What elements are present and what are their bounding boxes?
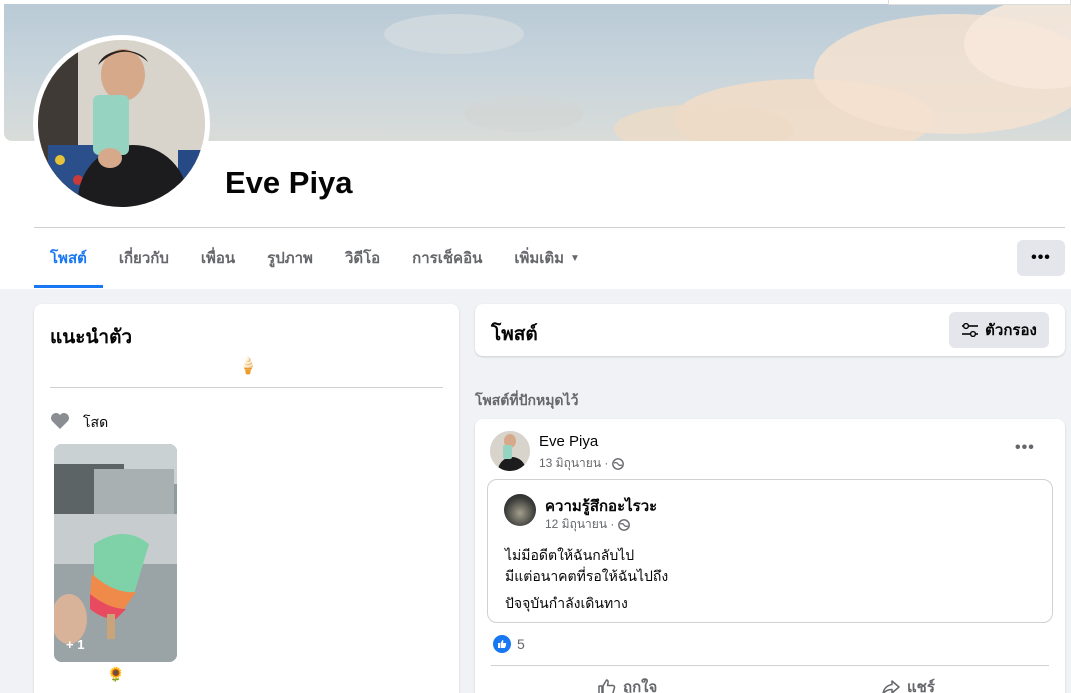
cover-top-edge xyxy=(888,0,1071,5)
bio-emoji: 🍦 xyxy=(238,358,258,375)
thumbs-up-outline-icon xyxy=(598,679,616,693)
like-label: ถูกใจ xyxy=(623,679,658,693)
tab-friends[interactable]: เพื่อน xyxy=(185,228,251,288)
filter-sliders-icon xyxy=(962,323,979,337)
pinned-posts-label: โพสต์ที่ปักหมุดไว้ xyxy=(475,392,579,408)
shared-text-line: มีแต่อนาคตที่รอให้ฉันไปถึง xyxy=(505,568,669,584)
shared-page-avatar[interactable] xyxy=(504,494,536,526)
post-author-avatar[interactable] xyxy=(490,431,530,471)
shared-text-line: ไม่มีอดีตให้ฉันกลับไป xyxy=(505,547,635,563)
post-menu-button[interactable]: ••• xyxy=(1015,439,1035,457)
relationship-status: โสด xyxy=(83,414,109,430)
share-button[interactable]: แชร์ xyxy=(881,675,935,693)
filter-label: ตัวกรอง xyxy=(985,322,1037,339)
reactions-summary[interactable]: 5 xyxy=(493,635,525,653)
featured-emoji: 🌻 xyxy=(107,666,125,682)
thumbs-up-icon xyxy=(498,640,507,648)
tab-posts[interactable]: โพสต์ xyxy=(34,228,103,288)
tab-friends-label: เพื่อน xyxy=(200,250,236,267)
tab-more-label: เพิ่มเติม xyxy=(514,250,565,267)
caret-down-icon: ▼ xyxy=(570,252,580,264)
tab-about[interactable]: เกี่ยวกับ xyxy=(103,228,185,288)
filter-button[interactable]: ตัวกรอง xyxy=(949,312,1049,348)
profile-tabs: โพสต์ เกี่ยวกับ เพื่อน รูปภาพ วิดีโอ การ… xyxy=(34,228,596,288)
post-avatar-image xyxy=(490,431,530,471)
like-button[interactable]: ถูกใจ xyxy=(597,675,657,693)
share-label: แชร์ xyxy=(907,679,935,693)
tab-more[interactable]: เพิ่มเติม ▼ xyxy=(498,228,596,288)
tab-checkins-label: การเช็คอิน xyxy=(412,250,483,267)
featured-photo[interactable]: + 1 xyxy=(54,444,177,662)
tab-checkins[interactable]: การเช็คอิน xyxy=(396,228,498,288)
shared-meta: 12 มิถุนายน · xyxy=(545,515,631,534)
share-arrow-icon xyxy=(882,680,900,693)
featured-count: + 1 xyxy=(66,637,85,652)
avatar-illustration xyxy=(38,40,205,207)
globe-icon xyxy=(618,518,631,531)
more-options-button[interactable]: ••• xyxy=(1017,240,1065,276)
tab-videos[interactable]: วิดีโอ xyxy=(329,228,396,288)
post-meta: 13 มิถุนายน · xyxy=(539,454,625,473)
heart-icon xyxy=(51,413,69,429)
post-author-name[interactable]: Eve Piya xyxy=(539,433,598,450)
globe-icon xyxy=(612,457,625,470)
tab-about-label: เกี่ยวกับ xyxy=(118,250,169,267)
posts-title: โพสต์ xyxy=(491,324,538,345)
shared-date[interactable]: 12 มิถุนายน · xyxy=(545,515,614,534)
featured-photo-image xyxy=(54,444,177,662)
posts-header-card: โพสต์ ตัวกรอง xyxy=(475,304,1065,356)
intro-title: แนะนำตัว xyxy=(50,327,133,348)
intro-card: แนะนำตัว 🍦 โสด + 1 🌻 xyxy=(34,304,459,693)
reaction-count: 5 xyxy=(517,636,525,652)
tab-photos[interactable]: รูปภาพ xyxy=(251,228,329,288)
like-reaction-icon xyxy=(493,635,511,653)
shared-text-line: ปัจจุบันกำลังเดินทาง xyxy=(505,595,628,611)
profile-avatar[interactable] xyxy=(38,40,205,207)
profile-name: Eve Piya xyxy=(225,165,353,200)
post-date[interactable]: 13 มิถุนายน · xyxy=(539,454,608,473)
post-actions-divider xyxy=(491,665,1049,666)
shared-post[interactable]: ความรู้สึกอะไรวะ 12 มิถุนายน · ไม่มีอดีต… xyxy=(487,479,1053,623)
tab-photos-label: รูปภาพ xyxy=(267,250,313,267)
pinned-post: Eve Piya 13 มิถุนายน · ••• ความรู้สึกอะไ… xyxy=(475,419,1065,693)
tab-posts-label: โพสต์ xyxy=(50,250,87,267)
intro-divider xyxy=(50,387,443,388)
tab-videos-label: วิดีโอ xyxy=(344,250,381,267)
